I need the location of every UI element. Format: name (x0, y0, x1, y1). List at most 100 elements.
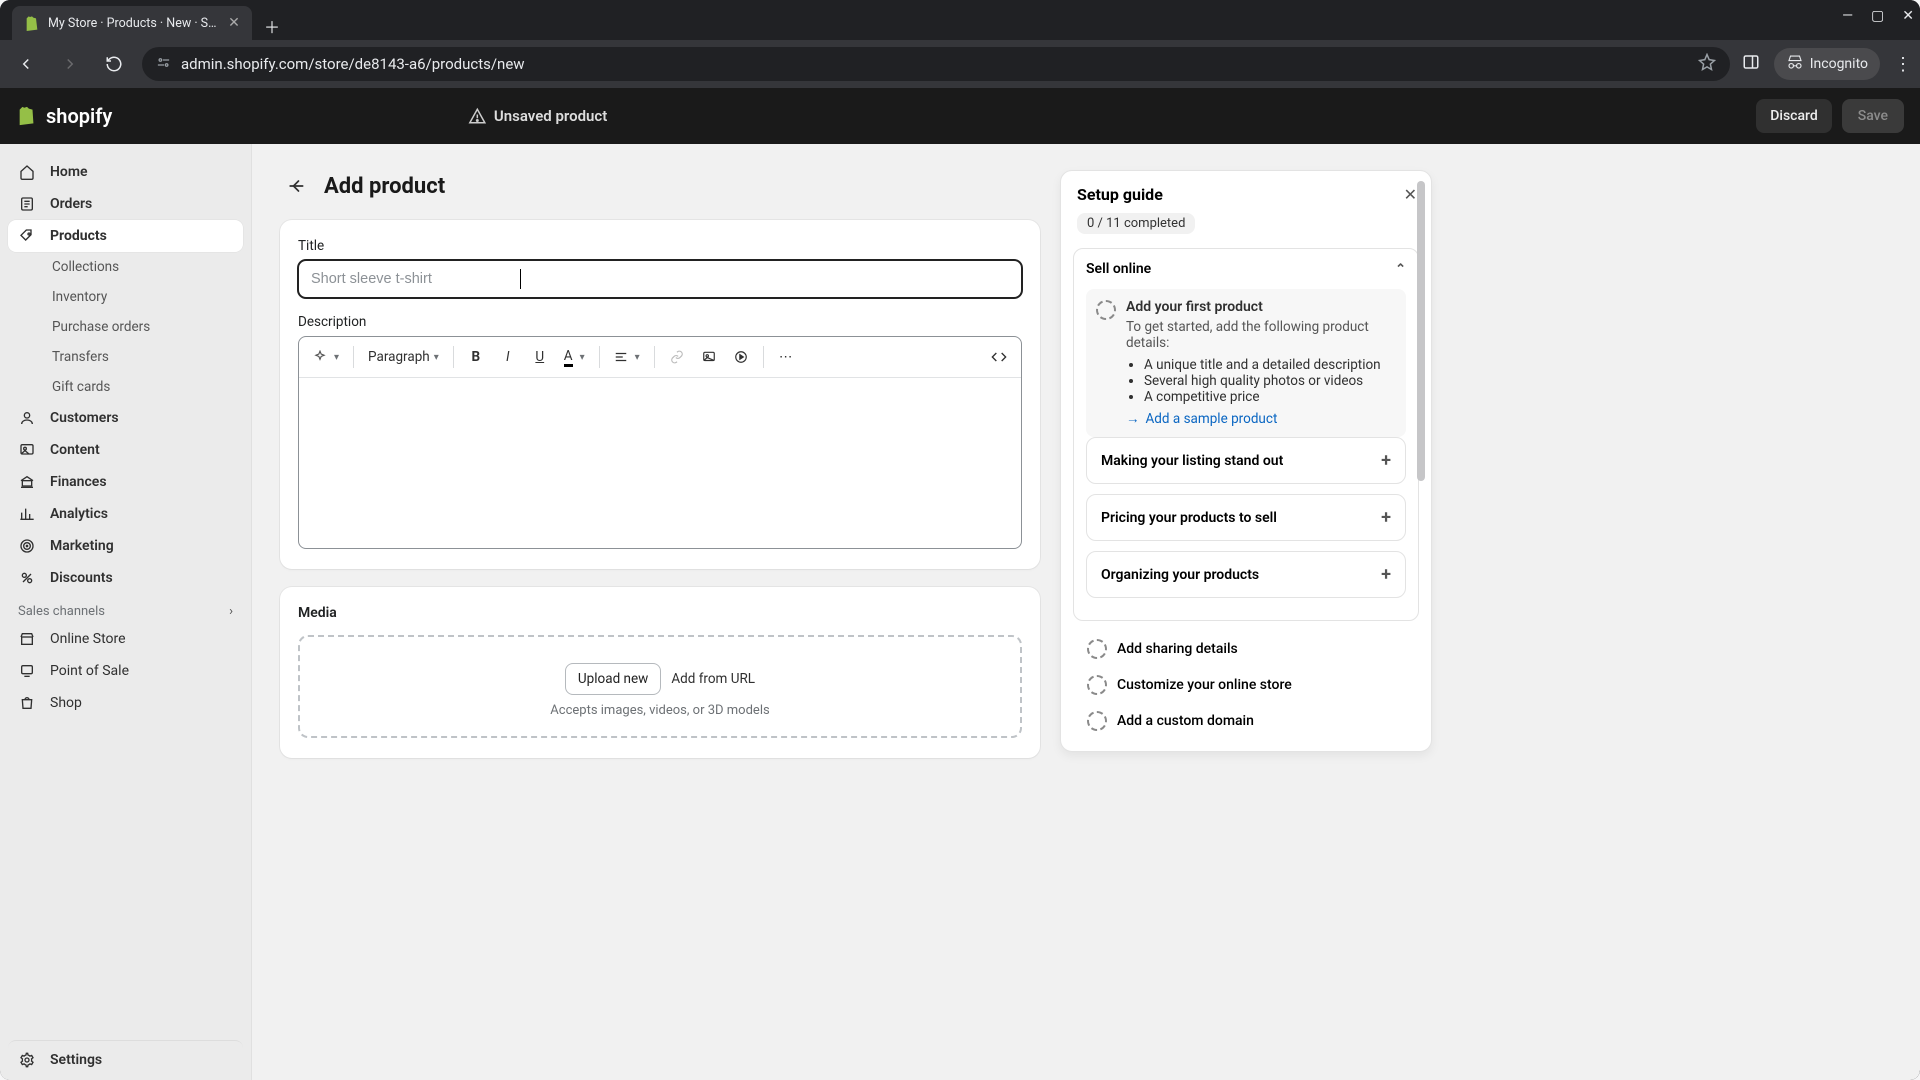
sidebar-item-label: Analytics (50, 506, 108, 522)
save-button: Save (1842, 99, 1904, 133)
setup-task-domain[interactable]: Add a custom domain (1073, 703, 1419, 739)
side-panel-icon[interactable] (1742, 53, 1760, 75)
sidebar-channel-online-store[interactable]: Online Store (8, 623, 243, 655)
shopify-favicon-icon (24, 15, 40, 31)
app-topbar: shopify Unsaved product Discard Save (0, 88, 1920, 144)
url-text: admin.shopify.com/store/de8143-a6/produc… (181, 55, 525, 73)
sidebar-subitem-transfers[interactable]: Transfers (8, 342, 243, 372)
customers-icon (18, 409, 36, 427)
media-card: Media Upload new Add from URL Accepts im… (280, 587, 1040, 758)
sidebar-item-marketing[interactable]: Marketing (8, 530, 243, 562)
align-left-icon (614, 350, 628, 364)
sidebar-item-label: Orders (50, 196, 92, 212)
more-button[interactable]: ⋯ (772, 343, 800, 371)
address-bar[interactable]: admin.shopify.com/store/de8143-a6/produc… (142, 47, 1730, 81)
sidebar-item-label: Settings (50, 1052, 102, 1068)
arrow-right-icon: → (1126, 411, 1140, 427)
setup-task-add-product[interactable]: Add your first product To get started, a… (1086, 289, 1406, 437)
sidebar-subitem-purchase-orders[interactable]: Purchase orders (8, 312, 243, 342)
sales-channels-heading[interactable]: Sales channels › (8, 594, 243, 623)
italic-button[interactable]: I (494, 343, 522, 371)
browser-tab[interactable]: My Store · Products · New · Sho ✕ (12, 6, 252, 40)
close-icon[interactable]: ✕ (226, 15, 242, 31)
task-circle-icon (1087, 711, 1107, 731)
description-editor[interactable]: Paragraph▾ B I U A (298, 336, 1022, 549)
sidebar-item-settings[interactable]: Settings (8, 1040, 243, 1072)
scrollbar[interactable] (1415, 171, 1427, 751)
site-settings-icon[interactable] (156, 55, 171, 74)
bookmark-icon[interactable] (1698, 53, 1716, 75)
plus-icon: + (1381, 507, 1391, 528)
description-label: Description (298, 314, 1022, 330)
kebab-menu-icon[interactable]: ⋮ (1894, 54, 1910, 75)
topbar-status: Unsaved product (468, 107, 607, 125)
home-icon (18, 163, 36, 181)
nav-sidebar: Home Orders Products Collections Invento… (0, 144, 252, 1080)
sidebar-item-finances[interactable]: Finances (8, 466, 243, 498)
brand-text: shopify (46, 104, 112, 128)
sidebar-subitem-inventory[interactable]: Inventory (8, 282, 243, 312)
sidebar-channel-shop[interactable]: Shop (8, 687, 243, 719)
marketing-icon (18, 537, 36, 555)
title-label: Title (298, 238, 1022, 254)
shop-icon (18, 694, 36, 712)
rte-toolbar: Paragraph▾ B I U A (299, 337, 1021, 378)
window-controls: — ▢ ✕ (1842, 8, 1914, 24)
close-window-icon[interactable]: ✕ (1902, 8, 1914, 24)
bold-button[interactable]: B (462, 343, 490, 371)
setup-task-customize[interactable]: Customize your online store (1073, 667, 1419, 703)
code-view-button[interactable] (985, 343, 1013, 371)
ai-generate-button[interactable] (307, 343, 345, 371)
new-tab-button[interactable]: ＋ (258, 12, 286, 40)
media-dropzone[interactable]: Upload new Add from URL Accepts images, … (298, 635, 1022, 738)
setup-section-header[interactable]: Sell online ⌃ (1074, 249, 1418, 289)
sidebar-item-content[interactable]: Content (8, 434, 243, 466)
incognito-label: Incognito (1810, 56, 1868, 72)
sidebar-subitem-gift-cards[interactable]: Gift cards (8, 372, 243, 402)
sidebar-item-customers[interactable]: Customers (8, 402, 243, 434)
setup-collapse-organizing[interactable]: Organizing your products+ (1086, 551, 1406, 598)
sidebar-subitem-collections[interactable]: Collections (8, 252, 243, 282)
text-color-button[interactable]: A (558, 343, 591, 371)
insert-image-button[interactable] (695, 343, 723, 371)
products-icon (18, 227, 36, 245)
sidebar-item-orders[interactable]: Orders (8, 188, 243, 220)
reload-icon[interactable] (98, 48, 130, 80)
alert-icon (468, 107, 486, 125)
image-icon (702, 350, 716, 364)
add-from-url-link[interactable]: Add from URL (671, 671, 755, 687)
status-text: Unsaved product (494, 107, 607, 125)
forward-icon (54, 48, 86, 80)
maximize-icon[interactable]: ▢ (1871, 8, 1884, 24)
sidebar-item-home[interactable]: Home (8, 156, 243, 188)
description-textarea[interactable] (299, 378, 1021, 548)
main-content: Add product Title Description (252, 144, 1920, 1080)
setup-collapse-pricing[interactable]: Pricing your products to sell+ (1086, 494, 1406, 541)
sidebar-item-discounts[interactable]: Discounts (8, 562, 243, 594)
sidebar-item-products[interactable]: Products (8, 220, 243, 252)
setup-collapse-listing[interactable]: Making your listing stand out+ (1086, 437, 1406, 484)
setup-task-sharing[interactable]: Add sharing details (1073, 631, 1419, 667)
discard-button[interactable]: Discard (1756, 99, 1831, 133)
minimize-icon[interactable]: — (1842, 8, 1853, 24)
incognito-badge[interactable]: Incognito (1774, 48, 1880, 80)
sidebar-channel-pos[interactable]: Point of Sale (8, 655, 243, 687)
code-icon (991, 349, 1007, 365)
upload-button[interactable]: Upload new (565, 663, 661, 695)
underline-button[interactable]: U (526, 343, 554, 371)
setup-guide-panel: Setup guide ✕ 0 / 11 completed Sell onli… (1060, 170, 1432, 752)
insert-video-button[interactable] (727, 343, 755, 371)
brand-logo[interactable]: shopify (16, 104, 112, 128)
plus-icon: + (1381, 564, 1391, 585)
paragraph-style-select[interactable]: Paragraph▾ (362, 343, 445, 371)
setup-bullet: A competitive price (1144, 389, 1396, 405)
sidebar-item-label: Discounts (50, 570, 113, 586)
back-button[interactable] (280, 170, 312, 202)
title-input[interactable] (298, 260, 1022, 298)
setup-bullet: A unique title and a detailed descriptio… (1144, 357, 1396, 373)
sidebar-item-analytics[interactable]: Analytics (8, 498, 243, 530)
back-icon[interactable] (10, 48, 42, 80)
align-button[interactable] (608, 343, 646, 371)
browser-toolbar: admin.shopify.com/store/de8143-a6/produc… (0, 40, 1920, 88)
add-sample-product-link[interactable]: → Add a sample product (1126, 411, 1396, 427)
